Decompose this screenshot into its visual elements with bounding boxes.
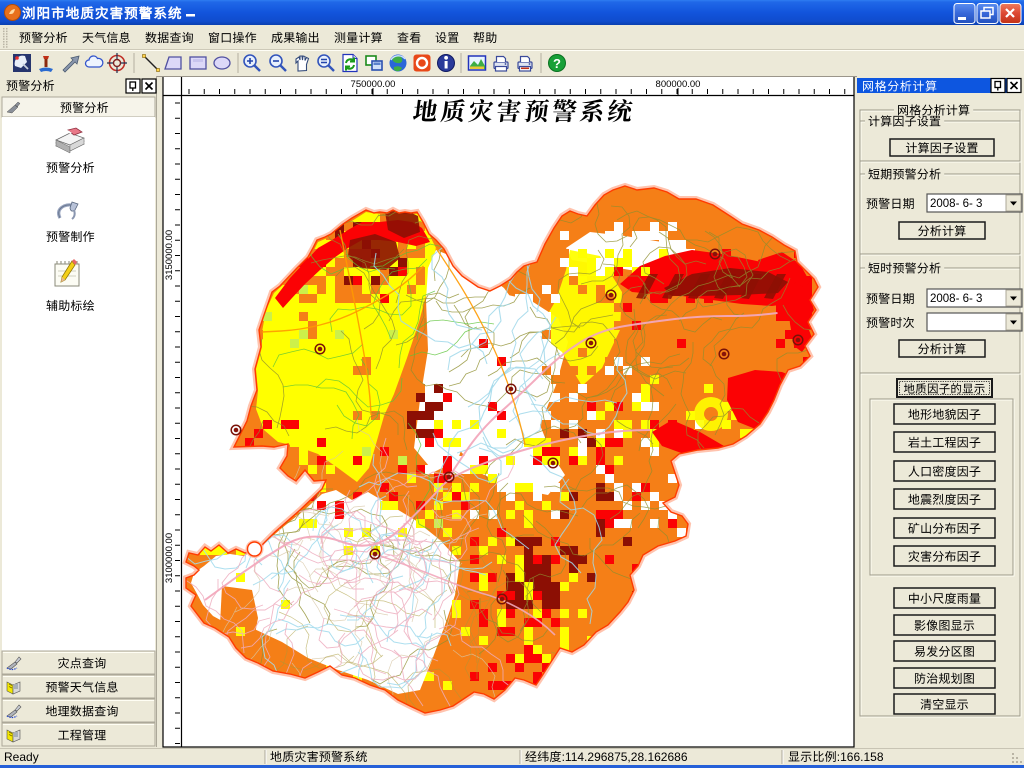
svg-text::166.158: :166.158 xyxy=(837,750,884,764)
svg-text:3100000.00: 3100000.00 xyxy=(164,533,175,583)
svg-text:2008- 6- 3: 2008- 6- 3 xyxy=(930,293,982,305)
svg-text:3150000.00: 3150000.00 xyxy=(164,230,175,280)
svg-text:?: ? xyxy=(553,56,561,71)
svg-text::114.296875,28.162686: :114.296875,28.162686 xyxy=(562,750,688,764)
svg-text:Ready: Ready xyxy=(4,750,39,764)
svg-text:2008- 6- 3: 2008- 6- 3 xyxy=(930,198,982,210)
